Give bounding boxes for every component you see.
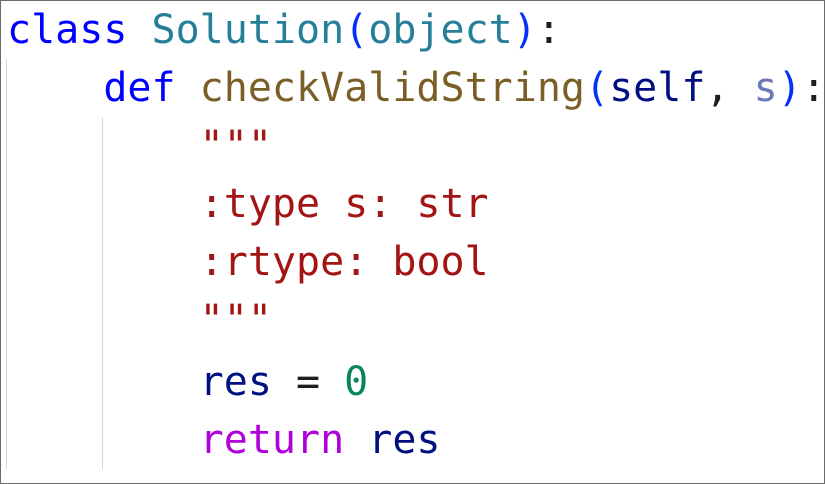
code-token: class — [7, 7, 128, 53]
code-token: ) — [777, 65, 802, 111]
code-line[interactable]: res = 0 — [7, 353, 369, 411]
code-line[interactable]: """ — [7, 291, 272, 349]
code-token: Solution — [151, 7, 345, 53]
code-line[interactable]: class Solution(object): — [7, 1, 561, 59]
code-token: return — [199, 417, 345, 463]
code-line[interactable]: """ — [7, 117, 272, 175]
code-line[interactable]: return res — [7, 411, 441, 469]
code-token: ( — [584, 65, 610, 111]
code-token: s — [753, 65, 778, 111]
code-token: ( — [344, 7, 369, 53]
code-token: def — [103, 65, 176, 111]
code-token: : — [801, 65, 825, 111]
code-line[interactable]: :rtype: bool — [7, 233, 489, 291]
code-token: , — [705, 65, 754, 111]
code-line[interactable]: :type s: str — [7, 175, 489, 233]
code-editor[interactable]: class Solution(object): def checkValidSt… — [0, 0, 825, 484]
code-token: :type s: str — [199, 181, 489, 227]
code-token: = — [271, 359, 345, 405]
code-token: """ — [199, 297, 272, 343]
code-token: """ — [199, 123, 272, 169]
code-token: self — [609, 65, 706, 111]
code-token: checkValidString — [199, 65, 585, 111]
code-token: object — [368, 7, 513, 53]
code-token: res — [368, 417, 441, 463]
code-token: 0 — [344, 359, 369, 405]
code-token: ) — [512, 7, 537, 53]
code-token: :rtype: bool — [199, 239, 489, 285]
code-token: res — [199, 359, 272, 405]
code-token: : — [536, 7, 561, 53]
code-line[interactable]: def checkValidString(self, s): — [7, 59, 825, 117]
